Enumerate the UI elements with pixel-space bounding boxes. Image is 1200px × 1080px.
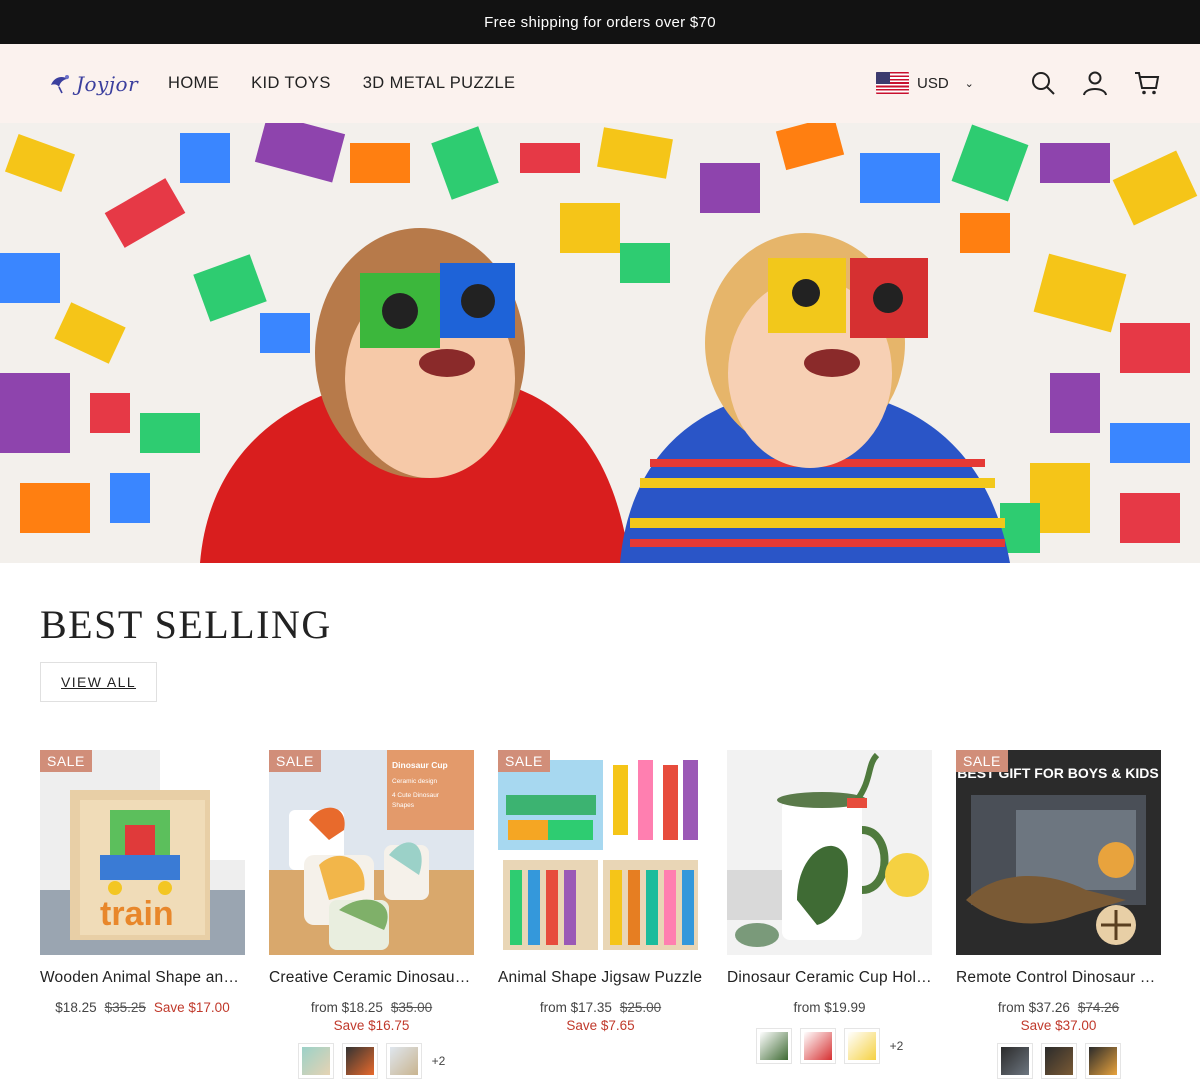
product-image[interactable]: BEST GIFT FOR BOYS & KIDS SALE (956, 750, 1161, 955)
product-price: from $17.35 $25.00 (498, 997, 703, 1018)
variant-swatch[interactable] (1040, 1043, 1077, 1079)
variant-swatch[interactable] (843, 1028, 880, 1064)
sale-badge: SALE (498, 750, 550, 772)
variant-swatches (956, 1043, 1161, 1079)
compare-price: $25.00 (619, 1000, 662, 1015)
product-price: $18.25 $35.25 Save $17.00 (40, 997, 245, 1018)
view-all-button[interactable]: VIEW ALL (40, 662, 158, 702)
main-nav: HOME KID TOYS 3D METAL PUZZLE (168, 74, 515, 93)
section-title: BEST SELLING (40, 602, 332, 647)
search-icon[interactable] (1030, 70, 1056, 96)
product-image[interactable]: SALE (498, 750, 703, 955)
product-card[interactable]: Dinosaur Ceramic Cup Holder from $19.99 … (727, 750, 932, 1079)
product-price: from $37.26 $74.26 (956, 997, 1161, 1018)
site-header: Joyjor HOME KID TOYS 3D METAL PUZZLE USD… (0, 44, 1200, 123)
save-amount: Save $16.75 (333, 1018, 410, 1033)
save-amount: Save $17.00 (153, 1000, 230, 1015)
variant-swatches: +2 (269, 1043, 474, 1079)
product-image[interactable] (727, 750, 932, 955)
logo-icon (51, 74, 69, 93)
product-image[interactable]: Dinosaur Cup Ceramic design 4 Cute Dinos… (269, 750, 474, 955)
nav-item-home[interactable]: HOME (168, 74, 219, 93)
variant-swatches: +2 (727, 1028, 932, 1064)
price: from $37.26 (997, 1000, 1070, 1015)
save-amount: Save $7.65 (566, 1018, 635, 1033)
price: from $19.99 (793, 1000, 866, 1015)
announcement-bar: Free shipping for orders over $70 (0, 0, 1200, 44)
announcement-text: Free shipping for orders over $70 (484, 13, 716, 31)
product-price: from $19.99 (727, 997, 932, 1018)
hero-image (0, 123, 1200, 563)
price: $18.25 (55, 1000, 97, 1015)
product-name[interactable]: Animal Shape Jigsaw Puzzle (498, 969, 703, 987)
compare-price: $35.25 (104, 1000, 146, 1015)
nav-item-kid-toys[interactable]: KID TOYS (251, 74, 331, 93)
box-text-2: Ceramic design (392, 778, 438, 785)
compare-price: $35.00 (390, 1000, 433, 1015)
product-name[interactable]: Remote Control Dinosaur Toy (956, 969, 1161, 987)
product-price: from $18.25 $35.00 (269, 997, 474, 1018)
logo-text: Joyjor (76, 71, 139, 96)
product-name[interactable]: Creative Ceramic Dinosaur Mug (269, 969, 474, 987)
svg-text:train: train (100, 895, 174, 933)
us-flag-icon (876, 72, 909, 94)
product-thumbnail: Dinosaur Cup Ceramic design 4 Cute Dinos… (269, 750, 474, 955)
product-grid: train SALE Wooden Animal Shape and Lette… (40, 750, 1161, 1079)
product-thumbnail (498, 750, 703, 955)
product-card[interactable]: train SALE Wooden Animal Shape and Lette… (40, 750, 245, 1079)
sale-badge: SALE (269, 750, 321, 772)
currency-selector[interactable]: USD ⌄ (876, 72, 974, 94)
box-text-1: Dinosaur Cup (392, 760, 448, 770)
chevron-down-icon: ⌄ (964, 77, 974, 90)
variant-swatch[interactable] (996, 1043, 1033, 1079)
header-icons (1030, 70, 1160, 96)
box-text-4: Shapes (392, 802, 415, 809)
logo[interactable]: Joyjor (48, 71, 168, 97)
hero-banner[interactable] (0, 123, 1200, 563)
product-card[interactable]: Dinosaur Cup Ceramic design 4 Cute Dinos… (269, 750, 474, 1079)
product-thumbnail: train (40, 750, 245, 955)
cart-icon[interactable] (1134, 70, 1160, 96)
product-image[interactable]: train SALE (40, 750, 245, 955)
save-amount: Save $37.00 (1020, 1018, 1097, 1033)
product-thumbnail: BEST GIFT FOR BOYS & KIDS (956, 750, 1161, 955)
product-name[interactable]: Wooden Animal Shape and Letter Jigsaw Pu… (40, 969, 245, 987)
compare-price: $74.26 (1077, 1000, 1120, 1015)
currency-label: USD (917, 74, 949, 92)
product-thumbnail (727, 750, 932, 955)
product-card[interactable]: SALE Animal Shape Jigsaw Puzzle from $17… (498, 750, 703, 1079)
variant-swatch[interactable] (799, 1028, 836, 1064)
product-name[interactable]: Dinosaur Ceramic Cup Holder (727, 969, 932, 987)
best-selling-section: BEST SELLING VIEW ALL train SALE Wooden … (0, 601, 1200, 1079)
variant-swatch[interactable] (1084, 1043, 1121, 1079)
variant-swatch[interactable] (297, 1043, 334, 1079)
sale-badge: SALE (40, 750, 92, 772)
price: from $17.35 (539, 1000, 612, 1015)
nav-item-3d-metal-puzzle[interactable]: 3D METAL PUZZLE (363, 74, 516, 93)
account-icon[interactable] (1082, 70, 1108, 96)
variant-swatch[interactable] (385, 1043, 422, 1079)
price: from $18.25 (310, 1000, 383, 1015)
more-variants[interactable]: +2 (432, 1054, 446, 1068)
variant-swatch[interactable] (341, 1043, 378, 1079)
more-variants[interactable]: +2 (890, 1039, 904, 1053)
variant-swatch[interactable] (755, 1028, 792, 1064)
product-card[interactable]: BEST GIFT FOR BOYS & KIDS SALE Remote Co… (956, 750, 1161, 1079)
sale-badge: SALE (956, 750, 1008, 772)
box-text-3: 4 Cute Dinosaur (392, 792, 440, 799)
